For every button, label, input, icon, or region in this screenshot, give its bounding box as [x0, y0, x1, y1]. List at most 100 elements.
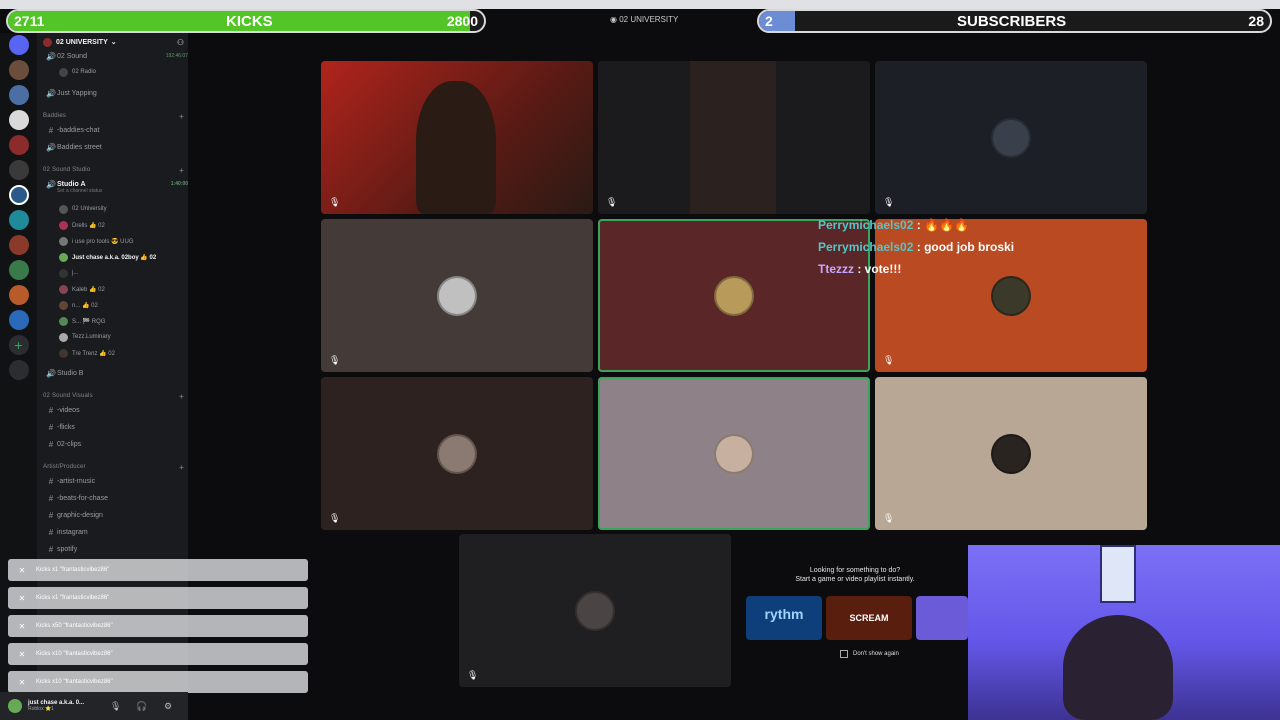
text-channel-flicks[interactable]: # -flicks — [45, 420, 196, 434]
avatar[interactable] — [8, 699, 22, 713]
gear-icon[interactable]: ⚙ — [164, 701, 172, 712]
voice-user[interactable]: Just chase a.k.a. 02boy 👍 02 — [59, 250, 210, 264]
avatar — [59, 300, 68, 310]
video-tile-camera-1[interactable]: 🎙 — [321, 61, 593, 214]
close-icon[interactable]: ✕ — [8, 678, 36, 687]
video-tile-avatar-8-speaking[interactable] — [598, 377, 870, 530]
close-icon[interactable]: ✕ — [8, 594, 36, 603]
close-icon[interactable]: ✕ — [8, 566, 36, 575]
plus-icon[interactable]: + — [179, 392, 184, 401]
voice-user[interactable]: Drells 👍 02 — [59, 218, 210, 232]
video-tile-avatar-7[interactable]: 🎙 — [321, 377, 593, 530]
video-tile-avatar-10[interactable]: 🎙 — [459, 534, 731, 687]
voice-channel-studio-b[interactable]: 🔊 Studio B — [45, 366, 196, 380]
dont-show-again[interactable]: Don't show again — [840, 650, 899, 658]
server-name[interactable]: 02 UNIVERSITY ⌄ ⚇ — [43, 35, 194, 49]
text-channel-artist-music[interactable]: # -artist-music — [45, 474, 196, 488]
add-server-icon[interactable]: + — [8, 335, 29, 355]
video-tile-camera-2[interactable]: 🎙 — [598, 61, 870, 214]
voice-user[interactable]: S... 🏁 RQG — [59, 314, 210, 328]
voice-user[interactable]: n... 👍 02 — [59, 298, 210, 312]
video-tile-avatar-4[interactable]: 🎙 — [321, 219, 593, 372]
category-02-sound-visuals[interactable]: 02 Sound Visuals + — [43, 389, 194, 403]
avatar — [59, 332, 68, 342]
category-02-sound-studio[interactable]: 02 Sound Studio + — [43, 163, 194, 177]
server-icon-5[interactable] — [8, 160, 29, 180]
chat-message: Ttezzz : vote!!! — [818, 258, 1014, 280]
voice-user[interactable]: Tezz.Luminary — [59, 330, 210, 344]
server-icon-2[interactable] — [8, 85, 29, 105]
discover-icon[interactable] — [8, 360, 29, 380]
server-icon-1[interactable] — [8, 60, 29, 80]
category-artist-producer[interactable]: Artist/Producer + — [43, 460, 194, 474]
headphones-icon[interactable]: 🎧 — [136, 701, 147, 712]
close-icon[interactable]: ✕ — [8, 650, 36, 659]
voice-channel-baddies-street[interactable]: 🔊 Baddies street — [45, 140, 196, 154]
server-icon-7[interactable] — [8, 210, 29, 230]
kicks-notification: ✕ Kicks x1 "frantasticvibez86" — [8, 587, 308, 609]
avatar — [59, 204, 68, 214]
server-icon-8[interactable] — [8, 235, 29, 255]
speaker-icon: 🔊 — [46, 179, 56, 189]
server-icon-10[interactable] — [8, 285, 29, 305]
user-label: 02 Radio — [72, 69, 97, 75]
voice-user[interactable]: i use pro tools 😎 UUG — [59, 234, 210, 248]
voice-user[interactable]: Tre Trenz 👍 02 — [59, 346, 210, 360]
speaker-icon: 🔊 — [46, 88, 56, 98]
voice-user[interactable]: j... — [59, 266, 210, 280]
text-channel-beats-for-chase[interactable]: # -beats-for-chase — [45, 491, 196, 505]
text-channel-02-clips[interactable]: #02-clips — [45, 437, 196, 451]
kicks-goal: 2800 — [446, 13, 478, 29]
channel-label: -artist-music — [57, 477, 96, 485]
mic-muted-icon: 🎙 — [467, 670, 479, 680]
voice-channel-02-sound[interactable]: 🔊 02 Sound 192:46:07 — [45, 49, 196, 63]
category-baddies[interactable]: Baddies + — [43, 109, 194, 123]
channel-label: 02-clips — [57, 440, 82, 448]
hash-icon: # — [48, 476, 54, 486]
activity-card-3[interactable] — [916, 596, 968, 640]
text-channel-instagram[interactable]: # instagram — [45, 525, 196, 539]
category-label: 02 Sound Visuals — [43, 393, 93, 399]
server-icon-11[interactable] — [8, 310, 29, 330]
kicks-notification: ✕ Kicks x10 "frantasticvibez86" — [8, 671, 308, 693]
speaker-icon: 🔊 — [46, 142, 56, 152]
dont-show-label: Don't show again — [853, 651, 899, 657]
checkbox[interactable] — [840, 650, 848, 658]
chat-username: Perrymichaels02 — [818, 218, 914, 232]
text-channel-spotify[interactable]: # spotify — [45, 542, 196, 556]
plus-icon[interactable]: + — [179, 166, 184, 175]
activity-card-rythm[interactable]: rythm — [746, 596, 822, 640]
server-icon-active[interactable] — [8, 185, 29, 205]
add-member-icon[interactable]: ⚇ — [177, 38, 184, 47]
avatar — [991, 275, 1031, 316]
channel-status[interactable]: Set a channel status — [57, 187, 208, 195]
kicks-notification: ✕ Kicks x50 "frantasticvibez86" — [8, 615, 308, 637]
mic-icon[interactable]: 🎙 — [110, 701, 121, 712]
text-channel-baddies-chat[interactable]: # -baddies-chat — [45, 123, 196, 137]
voice-user-02-radio[interactable]: 02 Radio — [59, 65, 210, 79]
avatar — [437, 433, 477, 474]
close-icon[interactable]: ✕ — [8, 622, 36, 631]
server-icon-4[interactable] — [8, 135, 29, 155]
plus-icon[interactable]: + — [179, 463, 184, 472]
activity-card-scream[interactable]: SCREAM — [826, 596, 912, 640]
server-avatar — [43, 37, 52, 47]
activity-promo: Looking for something to do? Start a gam… — [742, 566, 968, 666]
stream-screen: 2711 KICKS 2800 ◉ 02 UNIVERSITY 2 SUBSCR… — [0, 0, 1280, 720]
server-icon-3[interactable] — [8, 110, 29, 130]
chat-text: : good job broski — [913, 240, 1015, 254]
voice-user[interactable]: 02 University — [59, 202, 210, 216]
user-label: Tre Trenz 👍 02 — [72, 350, 115, 357]
video-tile-avatar-3[interactable]: 🎙 — [875, 61, 1147, 214]
plus-icon[interactable]: + — [179, 112, 184, 121]
text-channel-videos[interactable]: # -videos — [45, 403, 196, 417]
voice-channel-just-yapping[interactable]: 🔊 Just Yapping — [45, 86, 196, 100]
participant-video — [416, 81, 496, 214]
text-channel-graphic-design[interactable]: # graphic-design — [45, 508, 196, 522]
home-icon[interactable] — [8, 35, 29, 55]
video-tile-avatar-9[interactable]: 🎙 — [875, 377, 1147, 530]
user-label: 02 University — [72, 206, 107, 212]
server-icon-9[interactable] — [8, 260, 29, 280]
voice-user[interactable]: Kaleb 👍 02 — [59, 282, 210, 296]
kicks-label: KICKS — [226, 12, 273, 30]
